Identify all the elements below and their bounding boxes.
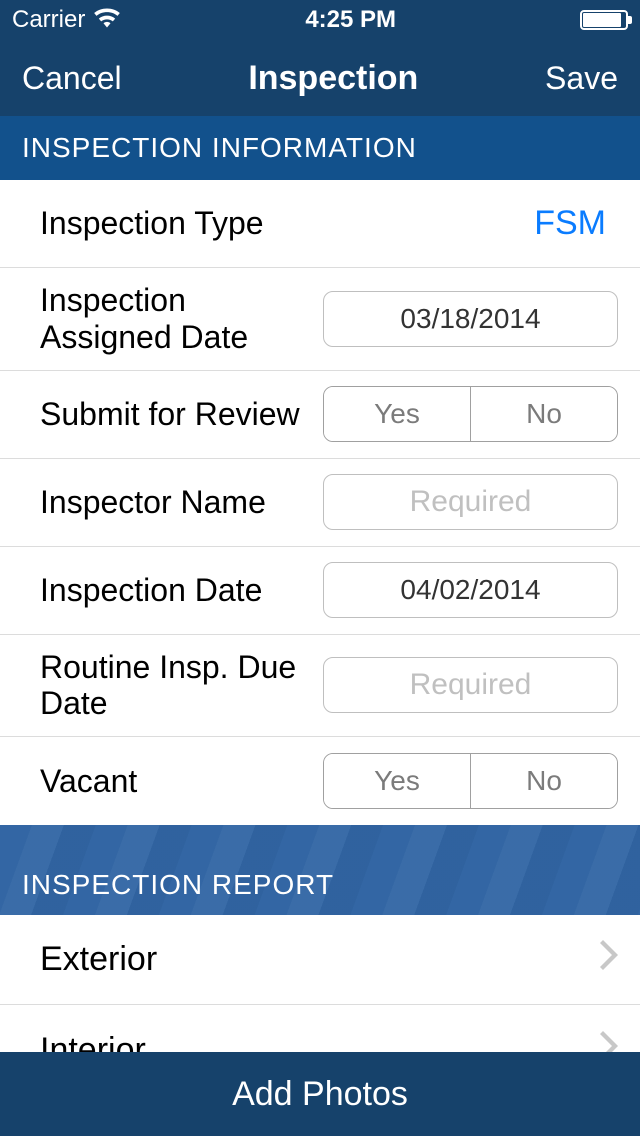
label-assigned-date: Inspection Assigned Date: [40, 282, 323, 356]
status-left: Carrier: [12, 6, 121, 35]
section-header-report: INSPECTION REPORT: [0, 825, 640, 915]
submit-review-segmented: Yes No: [323, 386, 618, 442]
routine-due-field[interactable]: Required: [323, 657, 618, 713]
inspector-name-field[interactable]: Required: [323, 474, 618, 530]
inspection-date-field[interactable]: 04/02/2014: [323, 562, 618, 618]
label-inspection-date: Inspection Date: [40, 572, 323, 609]
add-photos-button[interactable]: Add Photos: [0, 1052, 640, 1136]
row-inspection-type[interactable]: Inspection Type FSM: [0, 180, 640, 268]
submit-review-yes[interactable]: Yes: [324, 387, 470, 441]
label-inspection-type: Inspection Type: [40, 205, 534, 242]
chevron-right-icon: [600, 940, 618, 979]
nav-bar: Cancel Inspection Save: [0, 40, 640, 116]
report-header-label: INSPECTION REPORT: [22, 869, 334, 901]
page-title: Inspection: [248, 59, 418, 98]
battery-icon: [580, 10, 628, 30]
row-assigned-date: Inspection Assigned Date 03/18/2014: [0, 268, 640, 371]
section-header-info: INSPECTION INFORMATION: [0, 116, 640, 180]
vacant-segmented: Yes No: [323, 753, 618, 809]
label-routine-due: Routine Insp. Due Date: [40, 649, 323, 723]
vacant-yes[interactable]: Yes: [324, 754, 470, 808]
carrier-label: Carrier: [12, 6, 85, 34]
label-inspector-name: Inspector Name: [40, 484, 323, 521]
label-submit-review: Submit for Review: [40, 396, 323, 433]
status-time: 4:25 PM: [305, 6, 396, 34]
row-submit-review: Submit for Review Yes No: [0, 371, 640, 459]
vacant-no[interactable]: No: [470, 754, 617, 808]
row-routine-due: Routine Insp. Due Date Required: [0, 635, 640, 738]
value-inspection-type[interactable]: FSM: [534, 204, 618, 243]
cancel-button[interactable]: Cancel: [22, 60, 122, 97]
submit-review-no[interactable]: No: [470, 387, 617, 441]
label-vacant: Vacant: [40, 763, 323, 800]
wifi-icon: [93, 6, 121, 35]
info-section: Inspection Type FSM Inspection Assigned …: [0, 180, 640, 825]
report-item-label: Exterior: [40, 940, 157, 979]
save-button[interactable]: Save: [545, 60, 618, 97]
status-bar: Carrier 4:25 PM: [0, 0, 640, 40]
report-item-exterior[interactable]: Exterior: [0, 915, 640, 1005]
row-inspector-name: Inspector Name Required: [0, 459, 640, 547]
assigned-date-field[interactable]: 03/18/2014: [323, 291, 618, 347]
row-inspection-date: Inspection Date 04/02/2014: [0, 547, 640, 635]
row-vacant: Vacant Yes No: [0, 737, 640, 825]
